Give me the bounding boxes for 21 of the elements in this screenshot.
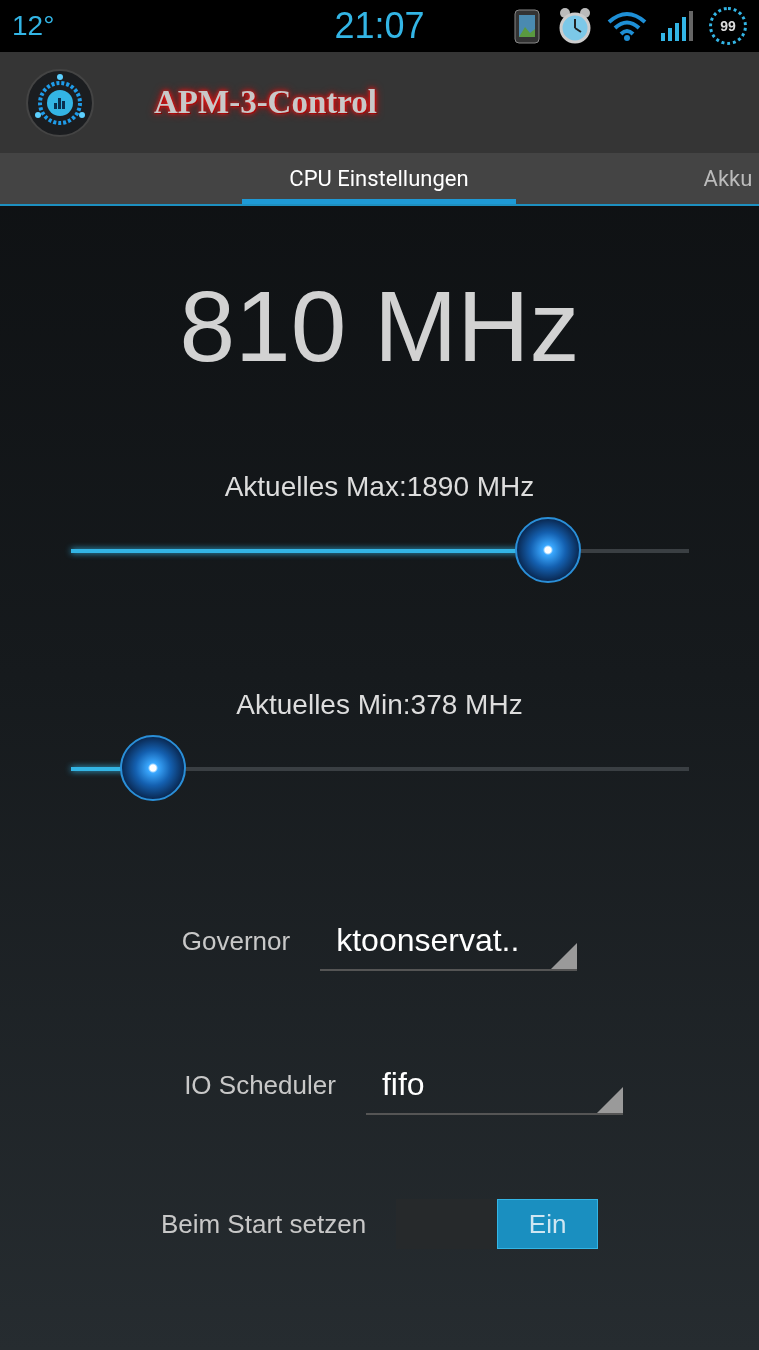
temperature: 12° [12,10,55,42]
app-title: APM-3-Control [154,84,377,121]
setting-label: Governor [181,925,291,957]
setting-label: IO Scheduler [184,1069,336,1101]
alarm-clock-icon [557,6,593,46]
tab[interactable]: CPU Einstellungen [242,153,516,204]
dropdown[interactable]: ktoonservat.. [320,911,578,971]
dropdown[interactable]: fifo [365,1055,623,1115]
tab[interactable]: Akku [700,153,756,204]
gallery-icon [513,7,543,45]
wifi-icon [607,10,647,42]
clock: 21:07 [334,5,425,47]
dropdown-corner-icon [551,943,578,969]
setting-label: Beim Start setzen [160,1208,367,1240]
cpu-frequency: 810 MHz [178,276,581,376]
slider-label: Aktuelles Max:1890 MHz [223,471,536,503]
dropdown-corner-icon [596,1087,623,1113]
signal-icon [661,11,695,41]
slider-label: Aktuelles Min:378 MHz [235,689,524,721]
app-logo-icon [26,68,94,137]
battery-level: 99 [709,7,747,45]
